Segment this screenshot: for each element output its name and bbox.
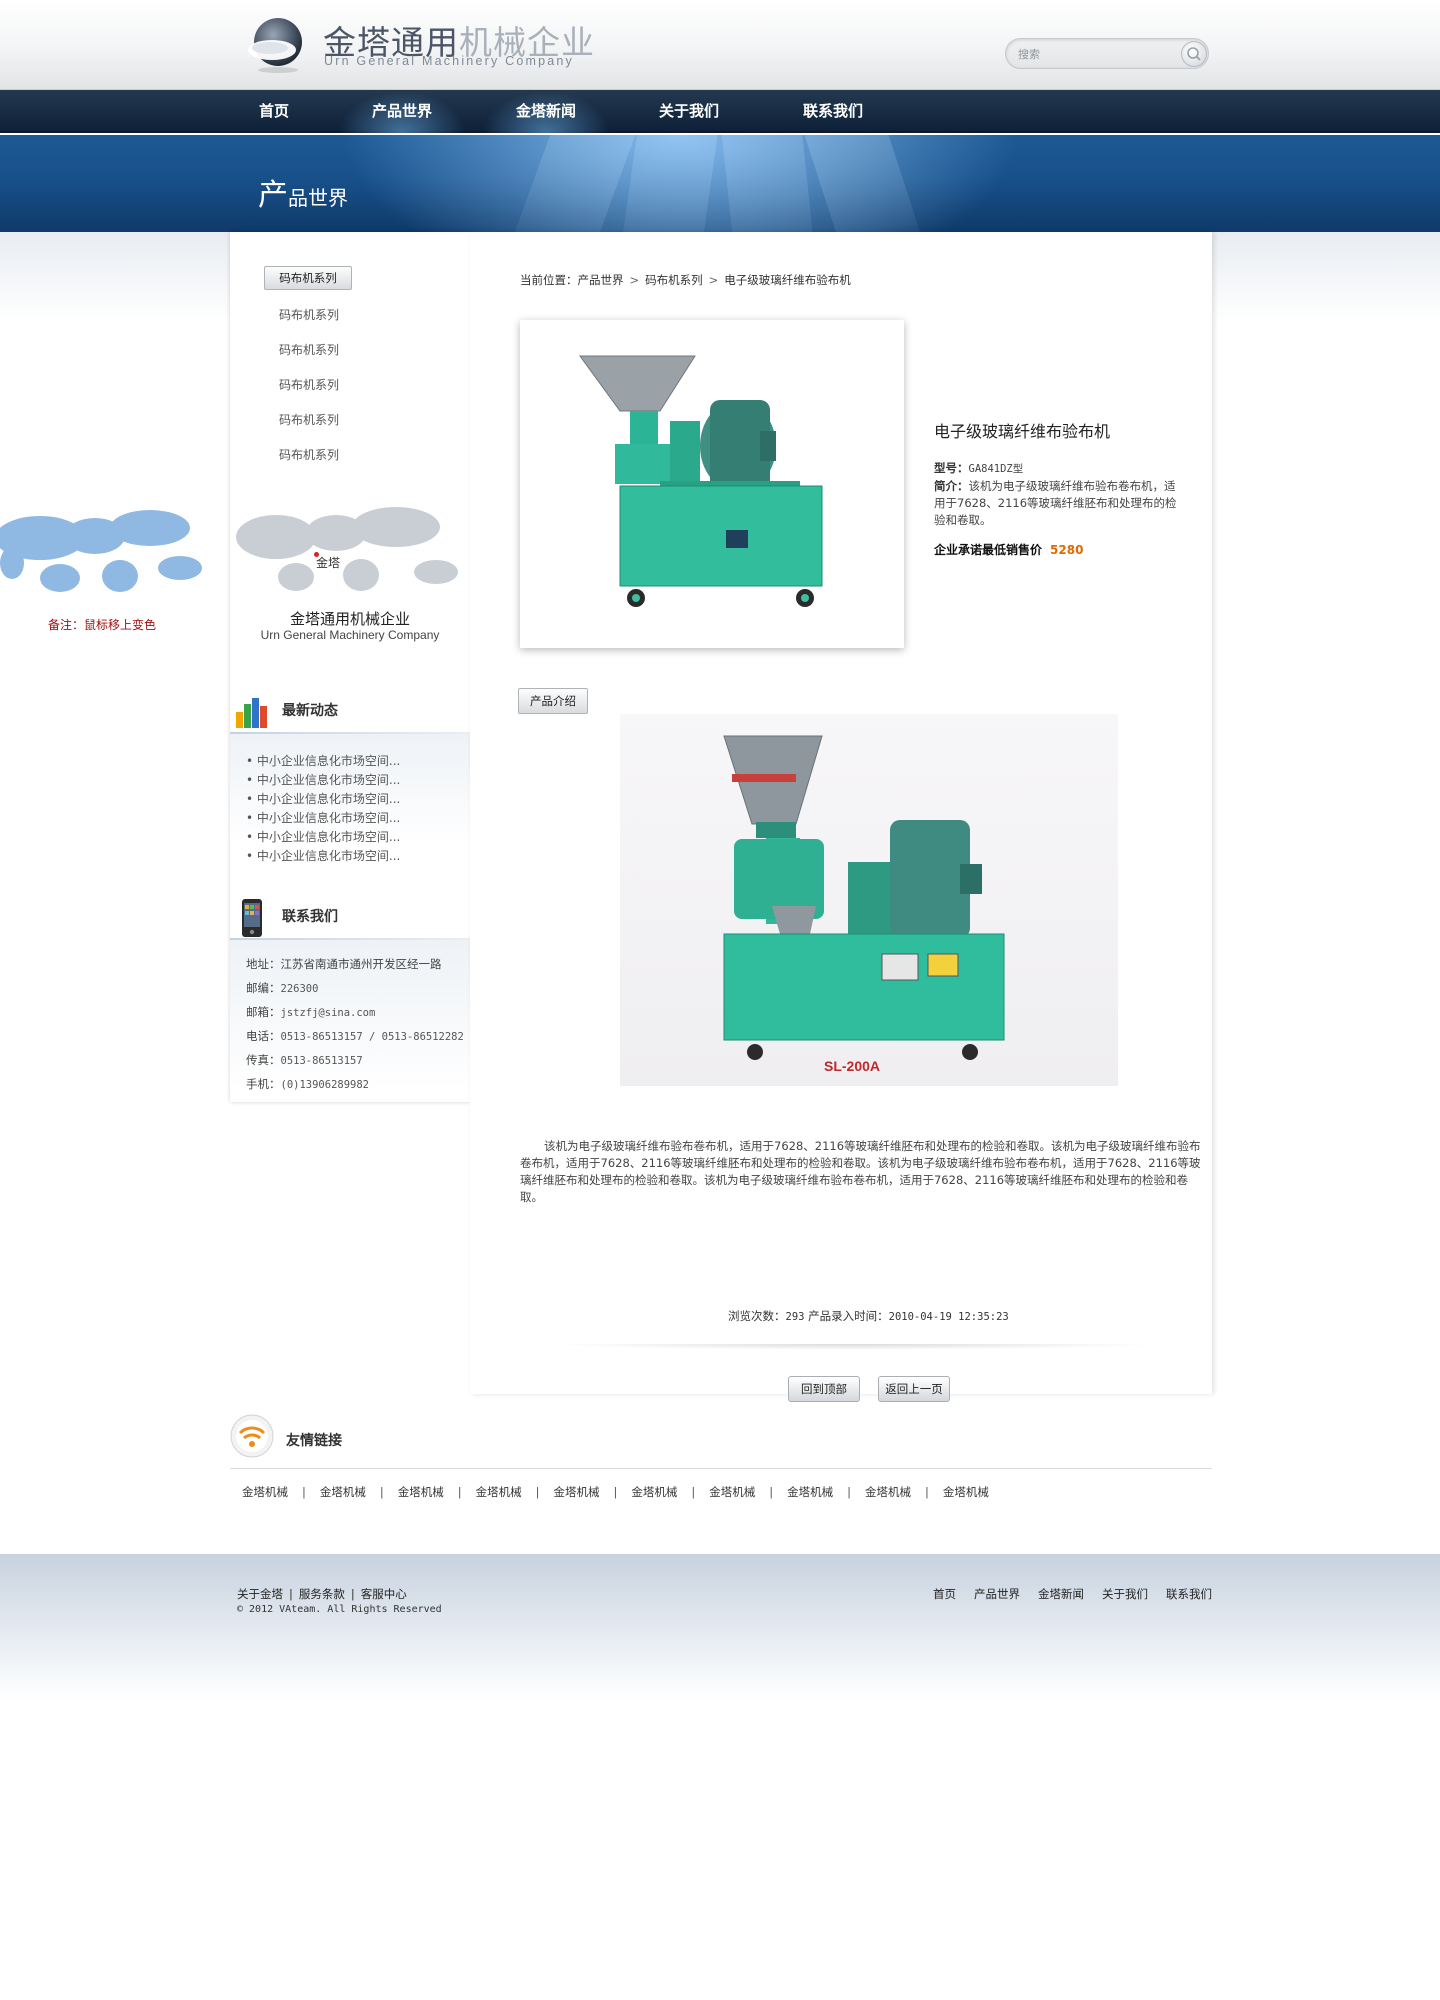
search-box [1005,38,1209,69]
contact-section-header: 联系我们 [230,892,470,940]
friendly-link[interactable]: 金塔机械 [943,1485,989,1499]
breadcrumb-item[interactable]: 当前位置：产品世界 [520,273,624,287]
chevron-right-icon: > [629,273,640,287]
footer-link-support[interactable]: 客服中心 [361,1587,407,1601]
machine-model-label: SL-200A [824,1058,881,1074]
search-input[interactable] [1018,45,1168,63]
breadcrumb: 当前位置：产品世界 > 码布机系列 > 电子级玻璃纤维布验布机 [520,272,851,288]
footer-nav: 首页 产品世界 金塔新闻 关于我们 联系我们 [915,1586,1212,1602]
sidebar-company-name: 金塔通用机械企业 [289,610,410,628]
news-item[interactable]: • 中小企业信息化市场空间... [246,828,400,845]
news-item[interactable]: • 中小企业信息化市场空间... [246,809,400,826]
site-logo[interactable]: 金塔通用机械企业 Urn General Machinery Company [248,14,594,76]
page-banner: 产品世界 [0,135,1440,232]
back-to-top-button[interactable]: 回到顶部 [788,1376,860,1402]
footer-nav-home[interactable]: 首页 [933,1587,956,1601]
bar-chart-icon [236,698,267,728]
links-section-header: 友情链接 [230,1412,1212,1472]
friendly-link[interactable]: 金塔机械 [554,1485,600,1499]
location-map-image [236,507,458,591]
category-header[interactable]: 码布机系列 [264,266,352,290]
hover-note: 备注：鼠标移上变色 [48,618,157,632]
sidebar-company-english: Urn General Machinery Company [260,628,440,642]
contact-fax: 传真：0513-86513157 [246,1053,363,1067]
machine-image [723,735,1005,1060]
contact-panel: 地址：江苏省南通市通州开发区经一路 邮编：226300 邮箱：jstzfj@si… [230,940,470,1091]
map-pin-label: 金塔 [316,556,341,570]
main-nav: 首页 产品世界 金塔新闻 关于我们 联系我们 [0,90,1440,133]
phone-icon [242,899,262,937]
logo-english-name: Urn General Machinery Company [324,54,574,68]
news-section-title: 最新动态 [282,703,338,719]
machine-image [579,355,823,607]
news-panel: • 中小企业信息化市场空间... • 中小企业信息化市场空间... • 中小企业… [230,734,470,863]
news-item[interactable]: • 中小企业信息化市场空间... [246,771,400,788]
search-button[interactable] [1181,41,1207,67]
product-stats: 浏览次数：293 产品录入时间：2010-04-19 12:35:23 [728,1309,1009,1323]
friendly-links: 金塔机械 | 金塔机械 | 金塔机械 | 金塔机械 | 金塔机械 | 金塔机械 | 金塔机械 | 金塔机械 |… [242,1485,989,1499]
friendly-link[interactable]: 金塔机械 [631,1485,677,1499]
product-name: 电子级玻璃纤维布验布机 [934,422,1111,441]
sidebar-category-item[interactable]: 码布机系列 [279,411,339,428]
news-item[interactable]: • 中小企业信息化市场空间... [246,752,400,769]
breadcrumb-item: 电子级玻璃纤维布验布机 [724,273,851,287]
product-price: 企业承诺最低销售价 5280 [934,543,1084,557]
product-photo [520,320,904,648]
nav-item-about[interactable]: 关于我们 [659,90,719,133]
footer-link-about[interactable]: 关于金塔 [237,1587,283,1601]
footer-nav-about[interactable]: 关于我们 [1102,1587,1148,1601]
sidebar-category-item[interactable]: 码布机系列 [279,341,339,358]
divider [230,1468,1212,1469]
friendly-link[interactable]: 金塔机械 [398,1485,444,1499]
go-back-button[interactable]: 返回上一页 [878,1376,950,1402]
friendly-link[interactable]: 金塔机械 [476,1485,522,1499]
nav-item-products[interactable]: 产品世界 [338,90,466,133]
sidebar: 码布机系列 码布机系列 码布机系列 码布机系列 码布机系列 码布机系列 金塔 金… [230,232,470,1102]
product-model: 型号：GA841DZ型 [934,461,1024,475]
footer-nav-contact[interactable]: 联系我们 [1166,1587,1212,1601]
site-footer: 关于金塔 | 服务条款 | 客服中心 © 2012 VAteam. All Rights… [0,1554,1440,1700]
footer-nav-news[interactable]: 金塔新闻 [1038,1587,1084,1601]
contact-email: 邮箱：jstzfj@sina.com [246,1005,376,1019]
news-section-header: 最新动态 [230,686,470,734]
tab-product-intro[interactable]: 产品介绍 [518,688,588,714]
product-intro-photo: SL-200A [620,714,1118,1086]
sidebar-category-item[interactable]: 码布机系列 [279,306,339,323]
logo-globe-icon [248,18,302,73]
sidebar-category-item[interactable]: 码布机系列 [279,376,339,393]
friendly-link[interactable]: 金塔机械 [709,1485,755,1499]
contact-mobile: 手机：(0)13906289982 [246,1077,370,1091]
search-icon [1187,47,1201,61]
contact-address: 地址：江苏省南通市通州开发区经一路 [246,957,442,971]
footer-nav-products[interactable]: 产品世界 [974,1587,1020,1601]
breadcrumb-item[interactable]: 码布机系列 [645,273,703,287]
friendly-link[interactable]: 金塔机械 [865,1485,911,1499]
nav-item-home[interactable]: 首页 [259,90,289,133]
rss-icon [230,1414,274,1458]
news-item[interactable]: • 中小企业信息化市场空间... [246,847,400,864]
footer-link-terms[interactable]: 服务条款 [299,1587,345,1601]
world-map-image [0,510,202,592]
copyright: © 2012 VAteam. All Rights Reserved [237,1604,442,1615]
footer-left-links: 关于金塔 | 服务条款 | 客服中心 [237,1587,407,1601]
contact-section-title: 联系我们 [282,909,338,925]
contact-postcode: 邮编：226300 [246,981,319,995]
main-content: 当前位置：产品世界 > 码布机系列 > 电子级玻璃纤维布验布机 电子级玻璃纤维布验布机 … [470,232,1212,1402]
divider [550,1344,1160,1350]
nav-item-news[interactable]: 金塔新闻 [482,90,610,133]
chevron-right-icon: > [708,273,719,287]
news-item[interactable]: • 中小企业信息化市场空间... [246,790,400,807]
links-section-title: 友情链接 [286,1433,342,1449]
nav-item-contact[interactable]: 联系我们 [803,90,863,133]
banner-title: 产品世界 [258,178,348,213]
friendly-link[interactable]: 金塔机械 [787,1485,833,1499]
friendly-link[interactable]: 金塔机械 [320,1485,366,1499]
sidebar-category-item[interactable]: 码布机系列 [279,446,339,463]
friendly-link[interactable]: 金塔机械 [242,1485,288,1499]
site-header: 金塔通用机械企业 Urn General Machinery Company [0,0,1440,90]
contact-phone: 电话：0513-86513157 / 0513-86512282 [246,1029,464,1043]
product-description: 该机为电子级玻璃纤维布验布卷布机，适用于7628、2116等玻璃纤维胚布和处理布… [520,1139,1201,1204]
product-brief: 简介：该机为电子级玻璃纤维布验布卷布机，适用于7628、2116等玻璃纤维胚布和… [934,479,1177,527]
